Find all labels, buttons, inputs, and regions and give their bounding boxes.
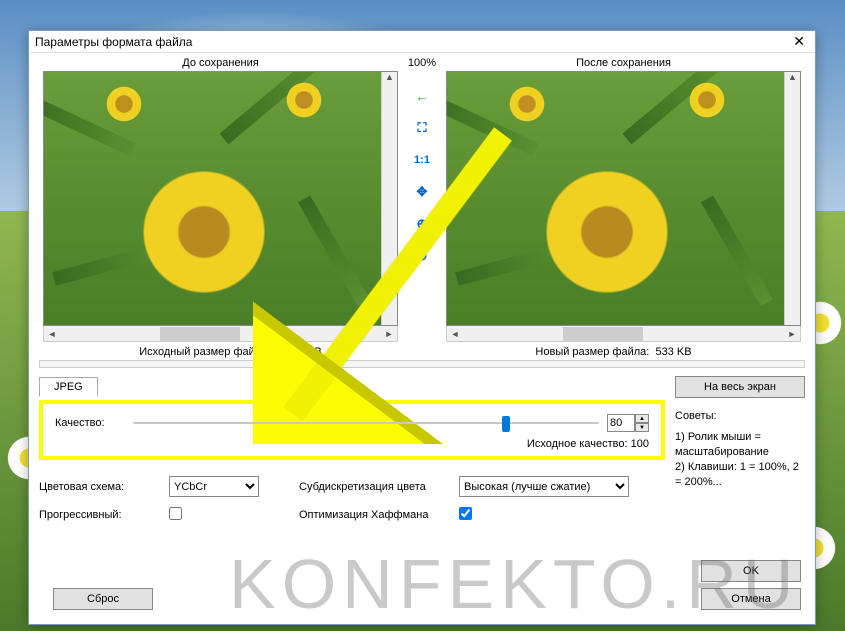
new-size: Новый размер файла: 533 KB [422, 346, 805, 358]
preview-after[interactable]: ▲ [446, 71, 801, 326]
preview-before[interactable]: ▲ [43, 71, 398, 326]
huffman-checkbox[interactable] [459, 507, 472, 520]
color-scheme-label: Цветовая схема: [39, 481, 159, 493]
quality-spin-down[interactable]: ▼ [635, 423, 649, 432]
titlebar: Параметры формата файла ✕ [29, 31, 815, 53]
progressive-label: Прогрессивный: [39, 509, 159, 521]
orig-size: Исходный размер файла: 2 165 KB [39, 346, 422, 358]
hscroll-before[interactable]: ◄ ► [43, 326, 398, 342]
zoom-in-icon[interactable]: ⊕ [413, 215, 431, 233]
progressive-checkbox[interactable] [169, 507, 182, 520]
scroll-left-icon[interactable]: ◄ [44, 329, 60, 339]
quality-slider[interactable] [133, 415, 599, 431]
dialog-title: Параметры формата файла [35, 35, 789, 49]
color-scheme-select[interactable]: YCbCr [169, 476, 259, 497]
quality-label: Качество: [55, 417, 125, 429]
hints-title: Советы: [675, 410, 805, 422]
back-icon[interactable]: ← [413, 87, 431, 105]
subsampling-label: Субдискретизация цвета [299, 481, 449, 493]
zoom-percent: 100% [404, 57, 440, 69]
pan-icon[interactable]: ✥ [413, 183, 431, 201]
fit-icon[interactable]: ⛶ [413, 119, 431, 137]
scroll-left-icon[interactable]: ◄ [447, 329, 463, 339]
original-quality: Исходное качество: 100 [55, 438, 649, 450]
scroll-right-icon[interactable]: ► [784, 329, 800, 339]
tab-jpeg[interactable]: JPEG [39, 377, 98, 397]
subsampling-select[interactable]: Высокая (лучше сжатие) [459, 476, 629, 497]
huffman-label: Оптимизация Хаффмана [299, 509, 449, 521]
close-icon[interactable]: ✕ [789, 33, 809, 50]
ok-button[interactable]: OK [701, 560, 801, 582]
quality-spin-up[interactable]: ▲ [635, 414, 649, 423]
quality-panel: Качество: ▲ ▼ [39, 400, 665, 460]
progress-bar [39, 360, 805, 368]
quality-input[interactable] [607, 414, 635, 432]
reset-button[interactable]: Сброс [53, 588, 153, 610]
cancel-button[interactable]: Отмена [701, 588, 801, 610]
scroll-right-icon[interactable]: ► [381, 329, 397, 339]
hscroll-after[interactable]: ◄ ► [446, 326, 801, 342]
hints-text: 1) Ролик мыши = масштабирование 2) Клави… [675, 430, 805, 489]
fullscreen-button[interactable]: На весь экран [675, 376, 805, 398]
after-label: После сохранения [576, 57, 671, 69]
one-to-one-icon[interactable]: 1:1 [413, 151, 431, 169]
file-format-dialog: Параметры формата файла ✕ До сохранения … [28, 30, 816, 625]
before-label: До сохранения [182, 57, 258, 69]
zoom-out-icon[interactable]: ⊖ [413, 247, 431, 265]
